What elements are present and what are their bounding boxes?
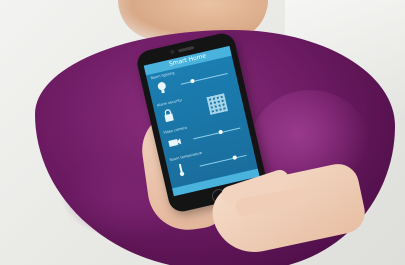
photo-scene: Smart Home Room lighting Alarm security bbox=[0, 0, 405, 265]
camera-icon bbox=[168, 138, 182, 147]
slider-knob bbox=[232, 155, 238, 160]
slider-knob bbox=[218, 129, 224, 135]
lighting-slider bbox=[180, 72, 228, 85]
lock-icon bbox=[164, 109, 174, 123]
temperature-slider bbox=[199, 154, 247, 167]
thermometer-icon bbox=[178, 163, 185, 177]
keypad-icon bbox=[206, 93, 229, 115]
slider-knob bbox=[190, 78, 195, 84]
lightbulb-icon bbox=[157, 82, 166, 94]
front-camera bbox=[169, 49, 175, 55]
phone-speaker bbox=[177, 45, 195, 53]
camera-slider bbox=[193, 127, 241, 140]
